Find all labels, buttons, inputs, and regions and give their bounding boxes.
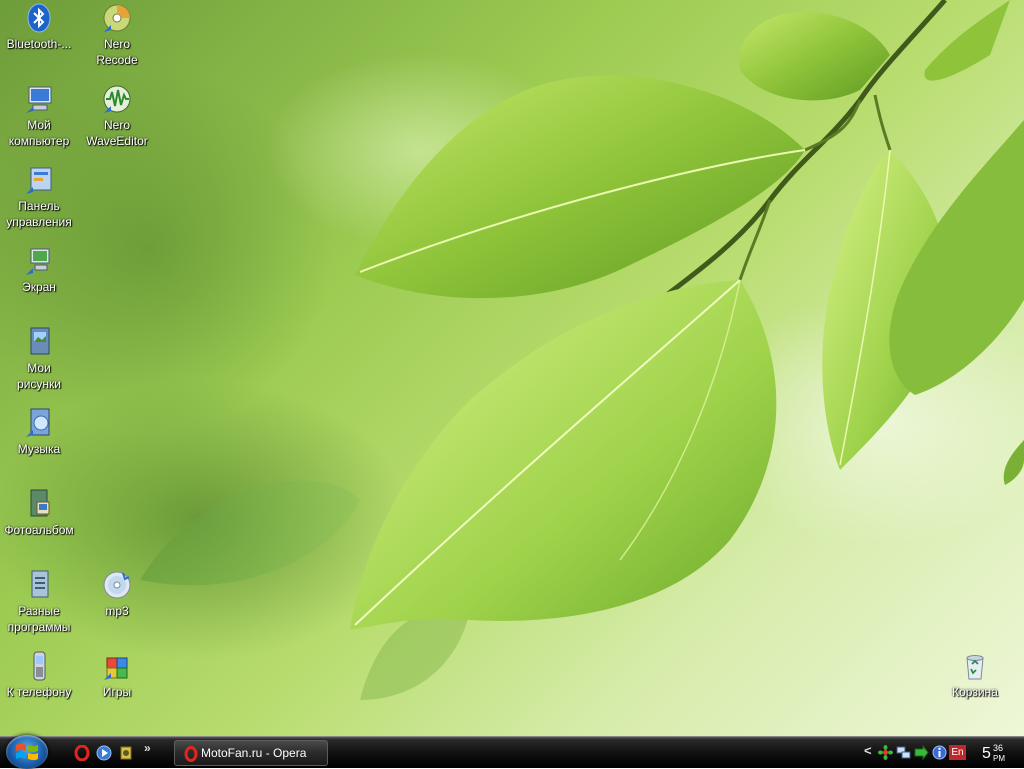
quicklaunch-overflow-button[interactable]: » [144, 741, 151, 755]
control-panel-icon [26, 167, 52, 194]
icq-icon[interactable] [878, 745, 893, 760]
desktop-icon-recycle-bin[interactable]: Корзина [936, 648, 1014, 700]
desktop-icon-misc-programs[interactable]: Разные программы [0, 567, 78, 635]
taskbar-button-opera[interactable]: MotoFan.ru - Opera [174, 740, 328, 766]
desktop-icon-music[interactable]: Музыка [0, 405, 78, 457]
icon-label: Панель управления [6, 199, 72, 229]
desktop-icon-games[interactable]: Игры [78, 648, 156, 700]
tray-expand-button[interactable]: < [864, 743, 879, 758]
system-tray: < En 5 36 PM [860, 737, 1024, 768]
desktop-icon-display[interactable]: Экран [0, 243, 78, 295]
phone-icon [33, 651, 46, 681]
programs-folder-icon [31, 570, 49, 598]
network-icon[interactable] [896, 745, 911, 760]
utility-quicklaunch-icon[interactable] [118, 745, 134, 761]
recycle-bin-icon [966, 655, 984, 680]
computer-icon [26, 86, 52, 113]
bluetooth-icon [27, 3, 51, 33]
nero-recode-icon [103, 4, 131, 32]
desktop-icon-nero-waveeditor[interactable]: Nero WaveEditor [78, 81, 156, 149]
cd-icon [103, 571, 131, 599]
desktop-icon-bluetooth[interactable]: Bluetooth-... [0, 0, 78, 52]
music-folder-icon [26, 408, 50, 437]
green-arrow-icon[interactable] [914, 745, 929, 760]
icon-label: Nero WaveEditor [86, 118, 148, 148]
nero-waveeditor-icon [103, 85, 131, 113]
icon-label: Мой компьютер [8, 118, 70, 148]
taskbar: » MotoFan.ru - Opera < En 5 36 PM [0, 735, 1024, 769]
icon-label: Игры [102, 685, 132, 699]
desktop: Bluetooth-... Мой компьютер Панель управ… [0, 0, 1024, 736]
display-icon [26, 248, 50, 275]
windows-logo-icon [16, 743, 38, 761]
icon-label: Разные программы [7, 604, 71, 634]
icon-label: Музыка [17, 442, 61, 456]
media-player-icon[interactable] [96, 745, 112, 761]
desktop-icon-my-pictures[interactable]: Мои рисунки [0, 324, 78, 392]
taskbar-button-label: MotoFan.ru - Opera [201, 746, 307, 760]
photo-album-icon [30, 489, 50, 517]
desktop-icon-photo-album[interactable]: Фотоальбом [0, 486, 78, 538]
icon-label: К телефону [6, 685, 72, 699]
desktop-icon-mp3[interactable]: mp3 [78, 567, 156, 619]
desktop-icon-control-panel[interactable]: Панель управления [0, 162, 78, 230]
start-button[interactable] [6, 735, 48, 769]
opera-quicklaunch-icon[interactable] [74, 745, 90, 761]
clock-hour: 5 [982, 745, 991, 762]
info-icon[interactable] [932, 745, 947, 760]
games-icon [104, 657, 128, 680]
desktop-icon-my-computer[interactable]: Мой компьютер [0, 81, 78, 149]
icon-label: mp3 [105, 604, 129, 618]
clock[interactable]: 5 36 PM [980, 739, 1020, 767]
icon-label: Bluetooth-... [6, 37, 72, 51]
clock-ampm: PM [993, 754, 1005, 763]
opera-icon [184, 746, 198, 762]
icon-label: Корзина [952, 685, 998, 699]
icon-label: Мои рисунки [17, 361, 61, 391]
icon-label: Экран [22, 280, 56, 294]
clock-minutes: 36 [993, 743, 1004, 753]
icon-label: Фотоальбом [4, 523, 74, 537]
desktop-icon-to-phone[interactable]: К телефону [0, 648, 78, 700]
pictures-folder-icon [30, 327, 50, 355]
language-indicator[interactable]: En [949, 745, 966, 760]
desktop-icon-nero-recode[interactable]: Nero Recode [78, 0, 156, 68]
icon-label: Nero Recode [96, 37, 138, 67]
